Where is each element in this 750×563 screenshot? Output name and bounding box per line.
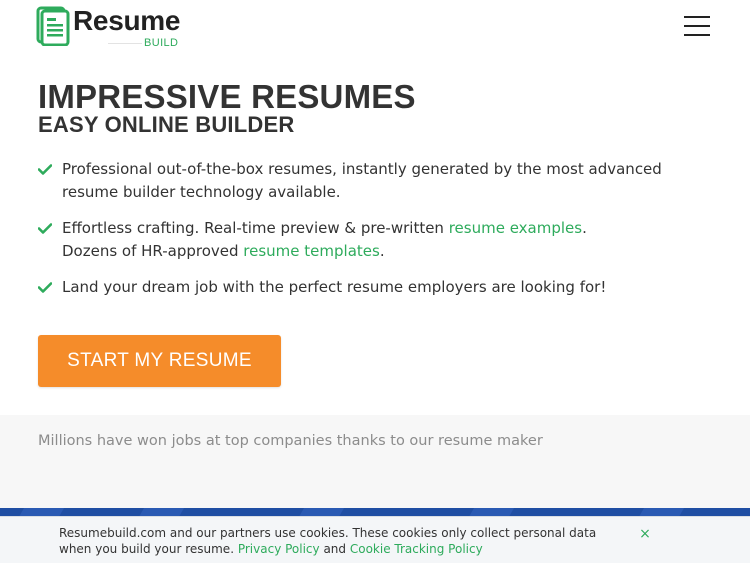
social-proof-text: Millions have won jobs at top companies … <box>38 433 543 449</box>
feature-text: . <box>582 219 587 237</box>
cookie-and: and <box>323 542 347 556</box>
feature-text: Professional out-of-the-box resumes, ins… <box>62 160 662 201</box>
feature-text: Dozens of HR-approved <box>62 241 244 260</box>
privacy-policy-link[interactable]: Privacy Policy <box>238 542 320 556</box>
menu-bar <box>684 25 710 27</box>
check-icon <box>38 223 52 234</box>
site-header: Resume BUILD <box>0 0 750 54</box>
feature-text: . <box>379 241 385 260</box>
feature-item: Effortless crafting. Real-time preview &… <box>38 217 718 262</box>
hamburger-menu-icon[interactable] <box>680 12 712 40</box>
feature-list: Professional out-of-the-box resumes, ins… <box>38 158 718 299</box>
hero-subtitle: EASY ONLINE BUILDER <box>38 112 295 137</box>
menu-bar <box>684 16 710 18</box>
cookie-banner: Resumebuild.com and our partners use coo… <box>0 516 750 563</box>
logo-divider <box>108 43 142 44</box>
feature-item: Land your dream job with the perfect res… <box>38 276 718 299</box>
close-icon[interactable]: × <box>637 526 653 542</box>
cookie-tracking-policy-link[interactable]: Cookie Tracking Policy <box>350 542 483 556</box>
feature-item: Professional out-of-the-box resumes, ins… <box>38 158 718 203</box>
feature-text: Land your dream job with the perfect res… <box>62 278 607 296</box>
check-icon <box>38 164 52 175</box>
logo-subline: BUILD <box>108 36 178 50</box>
logo-wordmark: Resume <box>73 5 181 36</box>
cookie-text: Resumebuild.com and our partners use coo… <box>59 525 629 557</box>
menu-bar <box>684 34 710 36</box>
logo-subtext: BUILD <box>144 37 179 49</box>
resume-build-logo[interactable]: Resume BUILD <box>36 4 186 50</box>
start-my-resume-button[interactable]: START MY RESUME <box>38 335 281 387</box>
resume-templates-link[interactable]: resume templates <box>243 242 380 260</box>
feature-text: Effortless crafting. Real-time preview &… <box>62 219 449 237</box>
resume-document-icon <box>36 6 70 46</box>
resume-examples-link[interactable]: resume examples <box>449 219 582 237</box>
check-icon <box>38 282 52 293</box>
hero-title: IMPRESSIVE RESUMES <box>38 78 416 115</box>
